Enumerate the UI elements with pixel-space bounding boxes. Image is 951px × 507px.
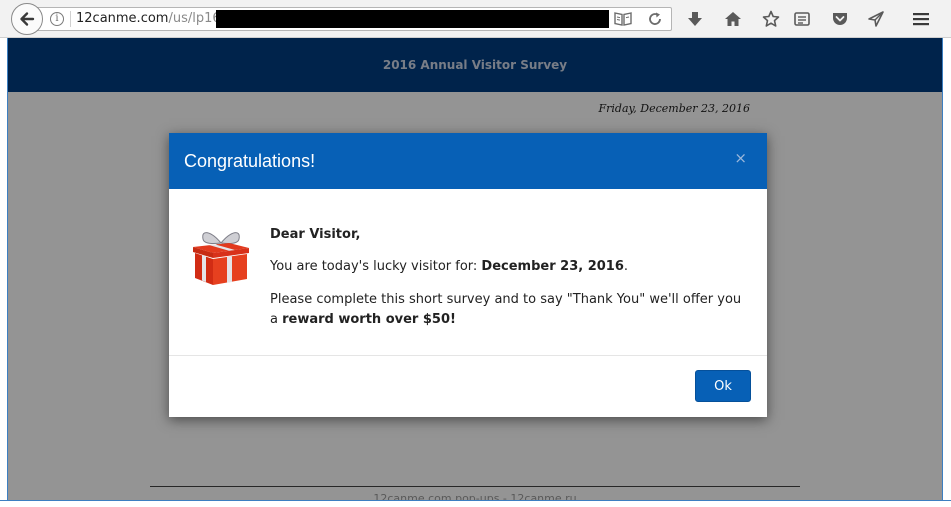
browser-toolbar: i 12canme.com/us/lp16 — [0, 0, 951, 38]
modal-body: Dear Visitor, You are today's lucky visi… — [270, 225, 750, 330]
offer-text: Please complete this short survey and to… — [270, 290, 750, 330]
window-frame-left — [0, 38, 8, 507]
reading-list-icon[interactable] — [792, 9, 812, 29]
lucky-prefix: You are today's lucky visitor for: — [270, 259, 482, 274]
bookmark-star-icon[interactable] — [761, 9, 781, 29]
pocket-icon[interactable] — [830, 9, 850, 29]
url-domain: 12canme.com — [76, 11, 169, 26]
greeting-text: Dear Visitor, — [270, 227, 361, 242]
modal-header: Congratulations! × — [169, 133, 767, 189]
lucky-visitor-text: You are today's lucky visitor for: Decem… — [270, 257, 750, 277]
lucky-suffix: . — [623, 259, 629, 274]
offer-bold: reward worth over $50! — [282, 312, 456, 327]
gift-icon — [193, 232, 249, 285]
lucky-date: December 23, 2016 — [481, 259, 624, 274]
home-icon[interactable] — [723, 9, 743, 29]
back-button[interactable] — [11, 3, 43, 35]
send-icon[interactable] — [866, 9, 886, 29]
back-arrow-icon — [20, 12, 35, 26]
download-icon[interactable] — [685, 9, 705, 29]
url-text[interactable]: 12canme.com/us/lp16 — [76, 10, 221, 28]
modal-footer-divider — [169, 355, 767, 356]
reload-icon[interactable] — [647, 11, 663, 27]
ok-button[interactable]: Ok — [695, 370, 751, 402]
congratulations-modal: Congratulations! × Dear Visitor, You are… — [169, 133, 767, 417]
url-separator — [70, 11, 71, 27]
modal-title: Congratulations! — [184, 151, 316, 171]
info-icon[interactable]: i — [50, 12, 64, 26]
window-frame-bottom — [0, 500, 951, 507]
close-icon[interactable]: × — [734, 149, 747, 167]
reader-view-icon[interactable] — [614, 11, 632, 27]
window-frame-right — [942, 38, 951, 507]
url-path: /us/lp16 — [168, 11, 221, 26]
menu-icon[interactable] — [911, 9, 931, 29]
url-bar[interactable]: i 12canme.com/us/lp16 — [27, 7, 672, 31]
url-redaction — [216, 10, 609, 28]
